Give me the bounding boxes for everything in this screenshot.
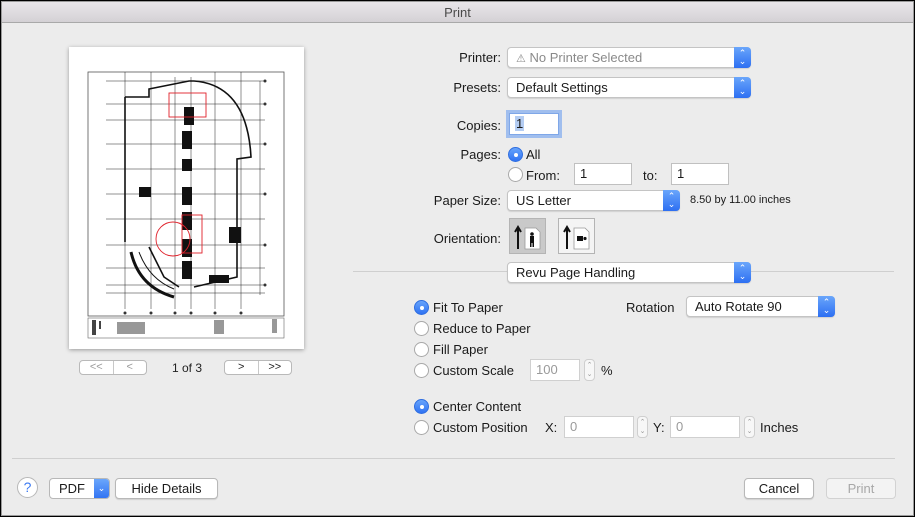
page-indicator: 1 of 3: [172, 361, 203, 375]
reduce-to-paper-radio[interactable]: [414, 321, 429, 336]
x-position-stepper[interactable]: ⌃ ⌄: [637, 416, 648, 438]
paper-size-value: US Letter: [516, 193, 571, 208]
section-divider-left: [353, 271, 507, 272]
printer-select-value: ⚠ No Printer Selected: [516, 50, 643, 65]
landscape-icon: [563, 225, 590, 250]
pages-all-label: All: [526, 147, 541, 162]
preview-nav-forward-group: > >>: [224, 360, 292, 375]
custom-scale-radio[interactable]: [414, 363, 429, 378]
section-divider-right: [751, 271, 894, 272]
chevron-updown-icon: ⌃ ⌄: [663, 190, 680, 211]
pages-from-field[interactable]: 1: [574, 163, 632, 185]
y-position-field[interactable]: 0: [670, 416, 740, 438]
presets-select-value: Default Settings: [516, 80, 608, 95]
custom-scale-field[interactable]: 100: [530, 359, 580, 381]
custom-scale-label: Custom Scale: [433, 363, 514, 378]
warning-icon: ⚠: [516, 53, 526, 65]
orientation-label: Orientation:: [433, 231, 501, 246]
pages-from-radio[interactable]: [508, 167, 523, 182]
orientation-portrait-button[interactable]: [509, 218, 546, 254]
copies-label: Copies:: [456, 118, 501, 133]
pages-label: Pages:: [460, 147, 501, 162]
rotation-label: Rotation: [626, 300, 675, 315]
rotation-value: Auto Rotate 90: [695, 299, 782, 314]
reduce-to-paper-label: Reduce to Paper: [433, 321, 531, 336]
orientation-landscape-button[interactable]: [558, 218, 595, 254]
y-label: Y:: [653, 420, 665, 435]
chevron-updown-icon: ⌃ ⌄: [734, 77, 751, 98]
fit-to-paper-radio[interactable]: [414, 300, 429, 315]
previous-page-button[interactable]: <: [114, 361, 147, 374]
printer-select[interactable]: ⚠ No Printer Selected ⌃ ⌄: [507, 47, 751, 68]
paper-size-label: Paper Size:: [433, 193, 501, 208]
help-button[interactable]: ?: [17, 477, 38, 498]
first-page-button[interactable]: <<: [80, 361, 114, 374]
presets-select[interactable]: Default Settings ⌃ ⌄: [507, 77, 751, 98]
percent-label: %: [601, 363, 613, 378]
print-button[interactable]: Print: [826, 478, 896, 499]
chevron-updown-icon: ⌃ ⌄: [734, 262, 751, 283]
x-label: X:: [545, 420, 558, 435]
pdf-menu-button[interactable]: PDF ⌄: [49, 478, 110, 499]
hide-details-button[interactable]: Hide Details: [115, 478, 218, 499]
rotation-select[interactable]: Auto Rotate 90 ⌃ ⌄: [686, 296, 835, 317]
pages-all-radio[interactable]: [508, 147, 523, 162]
chevron-updown-icon: ⌃ ⌄: [734, 47, 751, 68]
next-page-button[interactable]: >: [225, 361, 259, 374]
paper-dimensions: 8.50 by 11.00 inches: [690, 194, 791, 206]
custom-scale-stepper[interactable]: ⌃ ⌄: [584, 359, 595, 381]
copies-field[interactable]: 1: [509, 113, 559, 135]
copies-value: 1: [515, 116, 525, 131]
print-preview: [69, 47, 304, 349]
section-select[interactable]: Revu Page Handling ⌃ ⌄: [507, 262, 751, 283]
window-title: Print: [2, 2, 913, 23]
pages-to-label: to:: [643, 168, 658, 183]
center-content-label: Center Content: [433, 399, 522, 414]
fit-to-paper-label: Fit To Paper: [433, 300, 503, 315]
center-content-radio[interactable]: [414, 399, 429, 414]
cancel-button[interactable]: Cancel: [744, 478, 814, 499]
custom-position-radio[interactable]: [414, 420, 429, 435]
section-select-value: Revu Page Handling: [516, 265, 636, 280]
fill-paper-radio[interactable]: [414, 342, 429, 357]
floor-plan-thumbnail: [87, 71, 285, 339]
portrait-icon: [514, 225, 541, 250]
print-dialog: Print << < 1 of 3 > >> Printer: ⚠ No Pri…: [1, 1, 914, 516]
fill-paper-label: Fill Paper: [433, 342, 488, 357]
pages-from-label: From:: [526, 168, 560, 183]
paper-size-select[interactable]: US Letter ⌃ ⌄: [507, 190, 680, 211]
printer-label: Printer:: [459, 50, 501, 65]
pdf-label: PDF: [59, 481, 85, 496]
units-label: Inches: [760, 420, 799, 435]
chevron-updown-icon: ⌃ ⌄: [818, 296, 835, 317]
pages-to-field[interactable]: 1: [671, 163, 729, 185]
footer-divider: [12, 458, 895, 459]
chevron-down-icon: ⌄: [94, 479, 109, 498]
custom-position-label: Custom Position: [433, 420, 528, 435]
preview-nav-back-group: << <: [79, 360, 147, 375]
x-position-field[interactable]: 0: [564, 416, 634, 438]
presets-label: Presets:: [453, 80, 501, 95]
last-page-button[interactable]: >>: [259, 361, 292, 374]
y-position-stepper[interactable]: ⌃ ⌄: [744, 416, 755, 438]
